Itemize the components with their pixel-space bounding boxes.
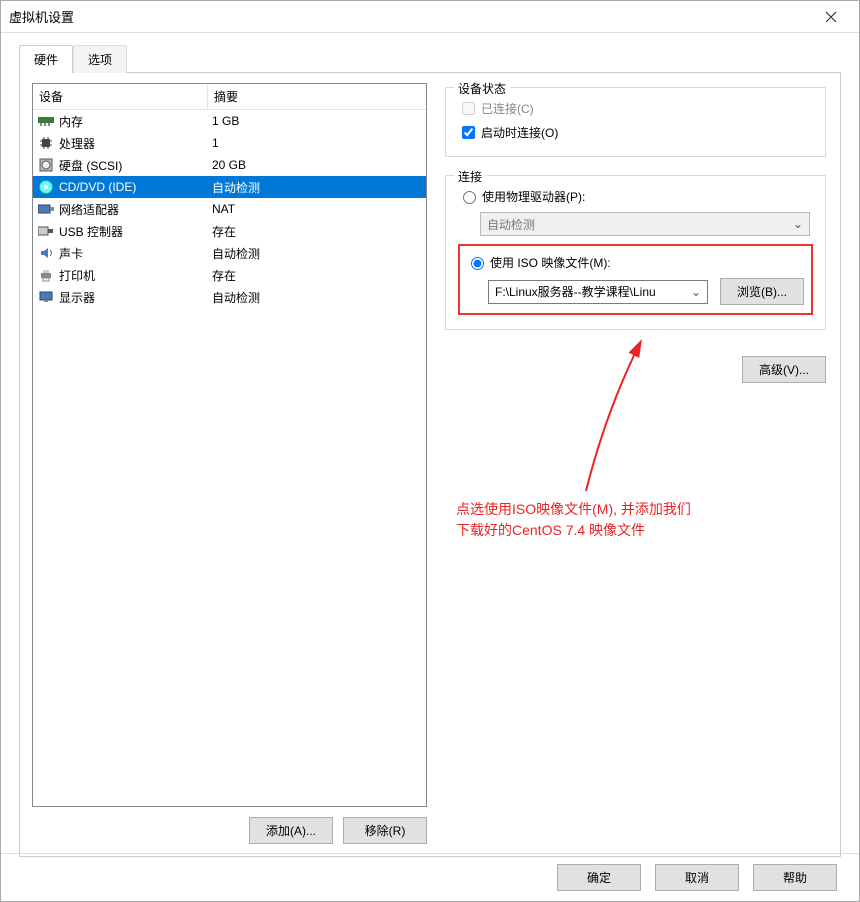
device-row[interactable]: 显示器 自动检测 bbox=[33, 286, 426, 308]
device-name: 内存 bbox=[59, 113, 83, 130]
device-row[interactable]: 声卡 自动检测 bbox=[33, 242, 426, 264]
device-summary: 1 bbox=[208, 136, 426, 150]
device-row[interactable]: USB 控制器 存在 bbox=[33, 220, 426, 242]
nic-icon bbox=[37, 203, 55, 215]
add-button[interactable]: 添加(A)... bbox=[249, 817, 333, 844]
device-name: 网络适配器 bbox=[59, 201, 119, 218]
disk-icon bbox=[37, 158, 55, 172]
physical-drive-label: 使用物理驱动器(P): bbox=[482, 188, 585, 205]
device-name: 显示器 bbox=[59, 289, 95, 306]
device-row[interactable]: 内存 1 GB bbox=[33, 110, 426, 132]
tab-strip: 硬件 选项 bbox=[19, 45, 841, 73]
iso-radio-row[interactable]: 使用 ISO 映像文件(M): bbox=[466, 250, 805, 274]
iso-path-value: F:\Linux服务器--教学课程\Linu bbox=[495, 283, 656, 300]
connected-checkbox-row: 已连接(C) bbox=[458, 96, 813, 120]
window-title: 虚拟机设置 bbox=[9, 7, 811, 26]
connected-label: 已连接(C) bbox=[481, 100, 534, 117]
physical-drive-dropdown: 自动检测 ⌄ bbox=[480, 212, 810, 236]
dialog-body: 硬件 选项 设备 摘要 内存 1 GB 处理器 1 硬盘 (SCSI) 20 GB CD/D… bbox=[1, 33, 859, 857]
tab-options[interactable]: 选项 bbox=[73, 45, 127, 73]
browse-button[interactable]: 浏览(B)... bbox=[720, 278, 804, 305]
sound-icon bbox=[37, 246, 55, 260]
physical-drive-value: 自动检测 bbox=[487, 216, 535, 233]
annotation-line1: 点选使用ISO映像文件(M), 并添加我们 bbox=[456, 499, 691, 520]
close-button[interactable] bbox=[811, 2, 851, 32]
iso-highlight-box: 使用 ISO 映像文件(M): F:\Linux服务器--教学课程\Linu ⌄… bbox=[458, 244, 813, 315]
iso-label: 使用 ISO 映像文件(M): bbox=[490, 254, 611, 271]
connect-at-power-row[interactable]: 启动时连接(O) bbox=[458, 120, 813, 144]
cpu-icon bbox=[37, 136, 55, 150]
left-pane: 设备 摘要 内存 1 GB 处理器 1 硬盘 (SCSI) 20 GB CD/DVD (ID… bbox=[32, 83, 427, 844]
physical-drive-radio-row[interactable]: 使用物理驱动器(P): bbox=[458, 184, 813, 208]
device-summary: 自动检测 bbox=[208, 289, 426, 306]
iso-path-row: F:\Linux服务器--教学课程\Linu ⌄ 浏览(B)... bbox=[488, 278, 805, 305]
header-device: 设备 bbox=[33, 84, 208, 109]
advanced-button[interactable]: 高级(V)... bbox=[742, 356, 826, 383]
device-name: 打印机 bbox=[59, 267, 95, 284]
cancel-button[interactable]: 取消 bbox=[655, 864, 739, 891]
device-summary: 自动检测 bbox=[208, 245, 426, 262]
physical-drive-radio[interactable] bbox=[463, 191, 476, 204]
device-summary: NAT bbox=[208, 202, 426, 216]
dialog-window: 虚拟机设置 硬件 选项 设备 摘要 内存 1 GB 处理器 1 硬盘 (SCSI) 20 … bbox=[0, 0, 860, 902]
header-summary: 摘要 bbox=[208, 84, 426, 109]
connect-at-power-checkbox[interactable] bbox=[462, 126, 475, 139]
device-name: 硬盘 (SCSI) bbox=[59, 157, 122, 174]
display-icon bbox=[37, 290, 55, 304]
iso-radio[interactable] bbox=[471, 257, 484, 270]
device-summary: 存在 bbox=[208, 223, 426, 240]
chevron-down-icon: ⌄ bbox=[793, 217, 803, 231]
device-name: 声卡 bbox=[59, 245, 83, 262]
device-summary: 自动检测 bbox=[208, 179, 426, 196]
help-button[interactable]: 帮助 bbox=[753, 864, 837, 891]
chevron-down-icon[interactable]: ⌄ bbox=[691, 285, 701, 299]
dialog-footer: 确定 取消 帮助 bbox=[1, 853, 859, 901]
advanced-row: 高级(V)... bbox=[445, 356, 826, 383]
connected-checkbox bbox=[462, 102, 475, 115]
title-bar: 虚拟机设置 bbox=[1, 1, 859, 33]
usb-icon bbox=[37, 226, 55, 236]
device-row[interactable]: 硬盘 (SCSI) 20 GB bbox=[33, 154, 426, 176]
tab-panel-hardware: 设备 摘要 内存 1 GB 处理器 1 硬盘 (SCSI) 20 GB CD/DVD (ID… bbox=[19, 73, 841, 857]
memory-icon bbox=[37, 115, 55, 127]
left-button-row: 添加(A)... 移除(R) bbox=[32, 817, 427, 844]
device-row[interactable]: 处理器 1 bbox=[33, 132, 426, 154]
device-status-legend: 设备状态 bbox=[454, 80, 510, 97]
close-icon bbox=[825, 11, 837, 23]
connect-at-power-label: 启动时连接(O) bbox=[481, 124, 558, 141]
remove-button[interactable]: 移除(R) bbox=[343, 817, 427, 844]
device-summary: 存在 bbox=[208, 267, 426, 284]
right-pane: 设备状态 已连接(C) 启动时连接(O) 连接 使用物理驱动器(P): bbox=[427, 83, 826, 844]
connection-group: 连接 使用物理驱动器(P): 自动检测 ⌄ 使用 ISO 映像文件(M): bbox=[445, 175, 826, 330]
connection-legend: 连接 bbox=[454, 168, 486, 185]
device-status-group: 设备状态 已连接(C) 启动时连接(O) bbox=[445, 87, 826, 157]
device-row[interactable]: CD/DVD (IDE) 自动检测 bbox=[33, 176, 426, 198]
device-row[interactable]: 网络适配器 NAT bbox=[33, 198, 426, 220]
tab-spacer bbox=[127, 45, 841, 73]
printer-icon bbox=[37, 268, 55, 282]
device-summary: 20 GB bbox=[208, 158, 426, 172]
device-list[interactable]: 设备 摘要 内存 1 GB 处理器 1 硬盘 (SCSI) 20 GB CD/DVD (ID… bbox=[32, 83, 427, 807]
tab-hardware[interactable]: 硬件 bbox=[19, 45, 73, 73]
annotation-line2: 下载好的CentOS 7.4 映像文件 bbox=[456, 520, 691, 541]
annotation-text: 点选使用ISO映像文件(M), 并添加我们 下载好的CentOS 7.4 映像文… bbox=[456, 499, 691, 541]
device-name: 处理器 bbox=[59, 135, 95, 152]
ok-button[interactable]: 确定 bbox=[557, 864, 641, 891]
device-row[interactable]: 打印机 存在 bbox=[33, 264, 426, 286]
cd-icon bbox=[37, 180, 55, 194]
device-name: USB 控制器 bbox=[59, 223, 123, 240]
iso-path-dropdown[interactable]: F:\Linux服务器--教学课程\Linu ⌄ bbox=[488, 280, 708, 304]
device-list-header: 设备 摘要 bbox=[33, 84, 426, 110]
device-name: CD/DVD (IDE) bbox=[59, 180, 136, 194]
device-list-body: 内存 1 GB 处理器 1 硬盘 (SCSI) 20 GB CD/DVD (IDE) 自动检测… bbox=[33, 110, 426, 308]
device-summary: 1 GB bbox=[208, 114, 426, 128]
